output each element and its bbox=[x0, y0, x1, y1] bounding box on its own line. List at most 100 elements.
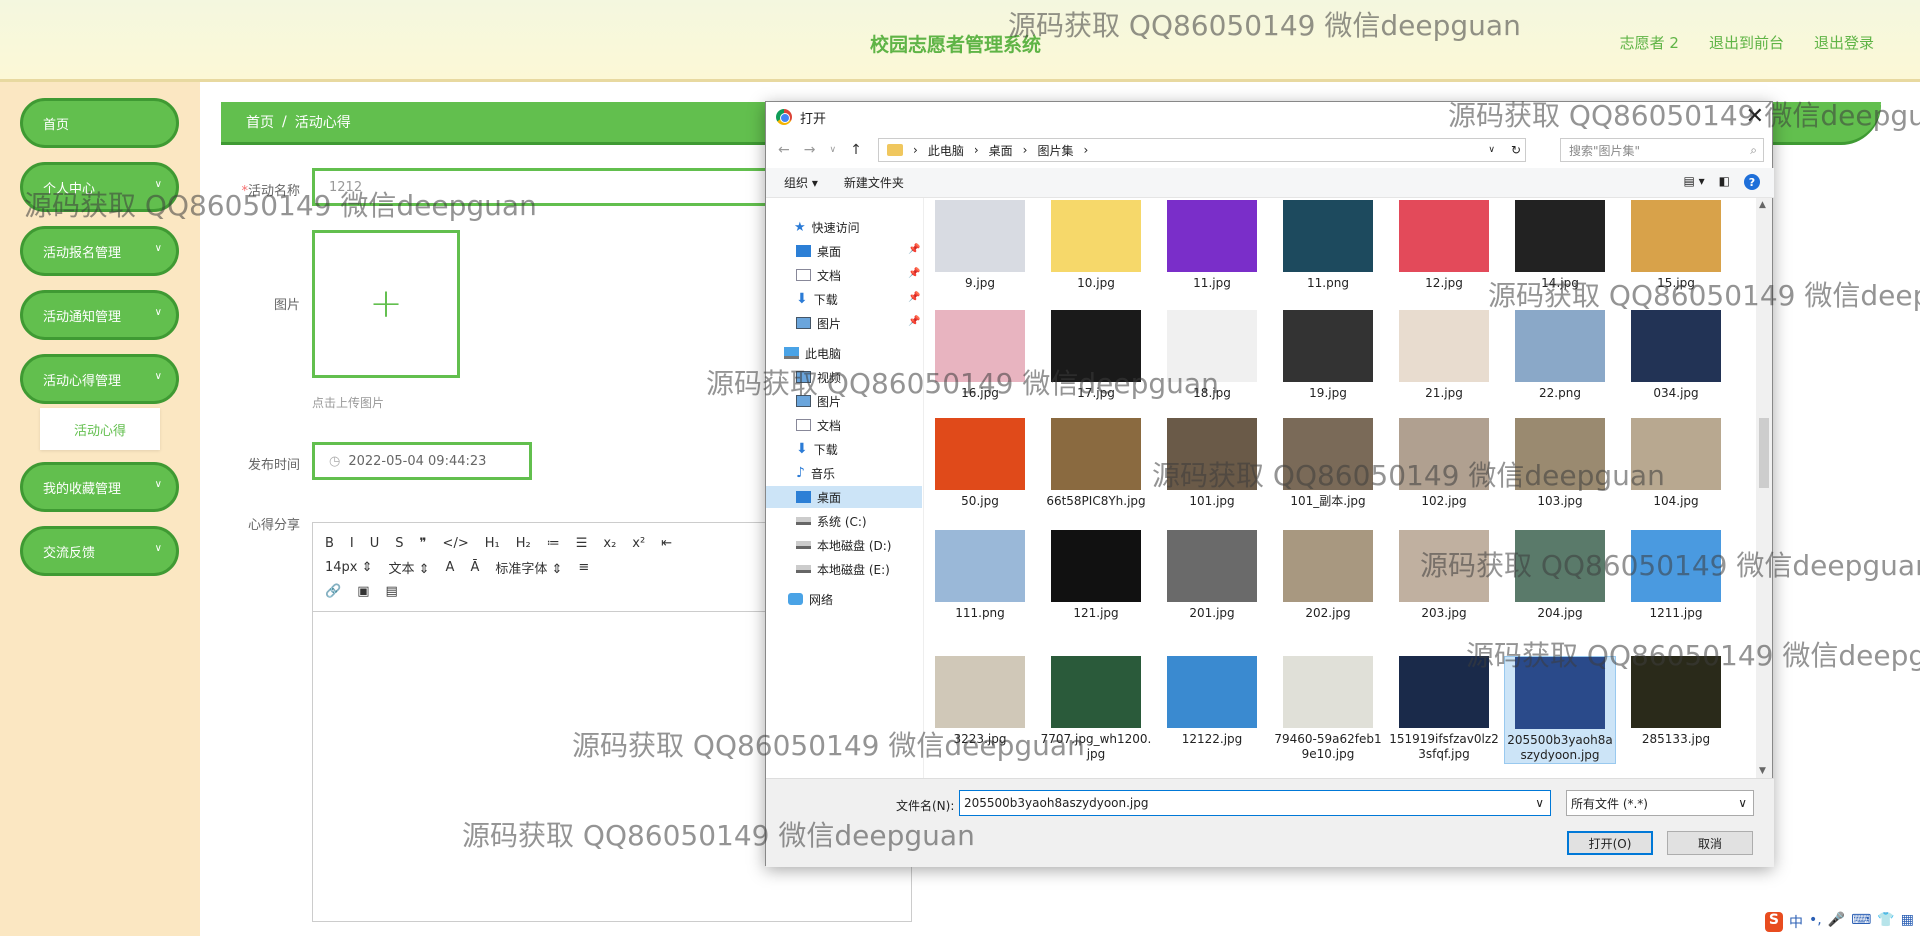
file-item[interactable]: 11.jpg bbox=[1156, 200, 1268, 291]
path-segment[interactable]: 此电脑 bbox=[928, 142, 964, 159]
toolbar-button[interactable]: H₁ bbox=[485, 536, 500, 551]
tree-item[interactable]: 文档 bbox=[796, 264, 841, 286]
file-item[interactable]: 50.jpg bbox=[924, 418, 1036, 509]
tree-item[interactable]: 文档 bbox=[796, 414, 841, 436]
file-item[interactable]: 18.jpg bbox=[1156, 310, 1268, 401]
toolbar-button[interactable]: B bbox=[325, 536, 334, 551]
toolbar-button[interactable]: 14px ⇕ bbox=[325, 560, 373, 575]
file-item[interactable]: 12122.jpg bbox=[1156, 656, 1268, 747]
file-item[interactable]: 14.jpg bbox=[1504, 200, 1616, 291]
chevron-down-icon[interactable]: ∨ bbox=[1535, 796, 1544, 810]
sidebar-item-experience[interactable]: 活动心得管理 ∨ bbox=[20, 354, 179, 404]
file-item[interactable]: 103.jpg bbox=[1504, 418, 1616, 509]
file-item[interactable]: 101.jpg bbox=[1156, 418, 1268, 509]
preview-pane-icon[interactable]: ◧ bbox=[1719, 174, 1730, 190]
file-item[interactable]: 7707.jpg_wh1200.jpg bbox=[1040, 656, 1152, 762]
toolbar-button[interactable]: A bbox=[446, 560, 455, 575]
breadcrumb-home[interactable]: 首页 bbox=[246, 112, 274, 132]
ime-button[interactable]: •, bbox=[1809, 912, 1822, 932]
toolbar-button[interactable]: ▣ bbox=[357, 584, 369, 599]
sidebar-item-notices[interactable]: 活动通知管理 ∨ bbox=[20, 290, 179, 340]
file-item[interactable]: 204.jpg bbox=[1504, 530, 1616, 621]
close-icon[interactable]: ✕ bbox=[1746, 104, 1764, 129]
address-dropdown-icon[interactable]: ∨ bbox=[1488, 145, 1495, 155]
tree-item[interactable]: ★ 快速访问 bbox=[794, 216, 860, 238]
file-item[interactable]: 66t58PIC8Yh.jpg bbox=[1040, 418, 1152, 509]
logout-link[interactable]: 退出登录 bbox=[1814, 32, 1874, 53]
file-item[interactable]: 034.jpg bbox=[1620, 310, 1732, 401]
ime-button[interactable]: ⌨ bbox=[1851, 912, 1871, 932]
file-item[interactable]: 16.jpg bbox=[924, 310, 1036, 401]
file-item[interactable]: 17.jpg bbox=[1040, 310, 1152, 401]
address-bar[interactable]: › 此电脑 › 桌面 › 图片集 › ∨ ↻ bbox=[878, 138, 1526, 162]
file-item[interactable]: 79460-59a62feb19e10.jpg bbox=[1272, 656, 1384, 762]
tree-item[interactable]: 本地磁盘 (D:) bbox=[796, 534, 891, 556]
file-item[interactable]: 9.jpg bbox=[924, 200, 1036, 291]
help-icon[interactable]: ? bbox=[1744, 174, 1760, 190]
toolbar-button[interactable]: ❞ bbox=[420, 536, 427, 551]
organize-button[interactable]: 组织 ▾ bbox=[784, 174, 818, 191]
toolbar-button[interactable]: Ā bbox=[470, 560, 479, 575]
scroll-down-icon[interactable]: ▼ bbox=[1759, 766, 1766, 776]
toolbar-button[interactable]: ☰ bbox=[576, 536, 588, 551]
path-segment[interactable]: 桌面 bbox=[989, 142, 1013, 159]
path-segment[interactable]: 图片集 bbox=[1037, 142, 1073, 159]
file-item[interactable]: 205500b3yaoh8aszydyoon.jpg bbox=[1504, 656, 1616, 764]
up-arrow-icon[interactable]: ↑ bbox=[850, 142, 862, 158]
file-item[interactable]: 285133.jpg bbox=[1620, 656, 1732, 747]
file-item[interactable]: 202.jpg bbox=[1272, 530, 1384, 621]
back-arrow-icon[interactable]: ← bbox=[778, 142, 790, 158]
open-button[interactable]: 打开(O) bbox=[1567, 831, 1653, 855]
file-item[interactable]: 12.jpg bbox=[1388, 200, 1500, 291]
toolbar-button[interactable]: S bbox=[395, 536, 403, 551]
tree-item[interactable]: 视频 bbox=[796, 366, 841, 388]
toolbar-button[interactable]: ≡ bbox=[578, 560, 589, 575]
tree-item[interactable]: 桌面 bbox=[796, 240, 841, 262]
file-item[interactable]: 1211.jpg bbox=[1620, 530, 1732, 621]
toolbar-button[interactable]: 文本 ⇕ bbox=[389, 558, 430, 577]
file-item[interactable]: 11.png bbox=[1272, 200, 1384, 291]
toolbar-button[interactable]: 🔗 bbox=[325, 584, 341, 599]
publish-time-input[interactable]: ◷ 2022-05-04 09:44:23 bbox=[312, 442, 532, 480]
ime-button[interactable]: ▦ bbox=[1901, 912, 1914, 932]
file-item[interactable]: 22.png bbox=[1504, 310, 1616, 401]
sidebar-item-home[interactable]: 首页 bbox=[20, 98, 179, 148]
search-input[interactable]: 搜索"图片集" ⌕ bbox=[1560, 138, 1764, 162]
tree-item[interactable]: 此电脑 bbox=[784, 342, 841, 364]
toolbar-button[interactable]: U bbox=[370, 536, 380, 551]
tree-item[interactable]: 图片 bbox=[796, 312, 841, 334]
file-item[interactable]: 101_副本.jpg bbox=[1272, 418, 1384, 509]
file-item[interactable]: 121.jpg bbox=[1040, 530, 1152, 621]
tree-item[interactable]: 本地磁盘 (E:) bbox=[796, 558, 890, 580]
user-name-link[interactable]: 志愿者 2 bbox=[1620, 32, 1679, 53]
file-item[interactable]: 151919ifsfzav0lz23sfqf.jpg bbox=[1388, 656, 1500, 762]
toolbar-button[interactable]: ⇤ bbox=[661, 536, 672, 551]
tree-item[interactable]: 网络 bbox=[788, 588, 833, 610]
toolbar-button[interactable]: ≔ bbox=[547, 536, 560, 551]
sidebar-item-feedback[interactable]: 交流反馈 ∨ bbox=[20, 526, 179, 576]
new-folder-button[interactable]: 新建文件夹 bbox=[844, 174, 904, 191]
file-item[interactable]: 201.jpg bbox=[1156, 530, 1268, 621]
toolbar-button[interactable]: 标准字体 ⇕ bbox=[495, 558, 562, 577]
filename-input[interactable]: 205500b3yaoh8aszydyoon.jpg ∨ bbox=[959, 790, 1551, 816]
cancel-button[interactable]: 取消 bbox=[1667, 831, 1753, 855]
tree-item[interactable]: 图片 bbox=[796, 390, 841, 412]
file-item[interactable]: 19.jpg bbox=[1272, 310, 1384, 401]
tree-item[interactable]: 桌面 bbox=[766, 486, 922, 508]
file-item[interactable]: 104.jpg bbox=[1620, 418, 1732, 509]
toolbar-button[interactable]: </> bbox=[443, 536, 469, 551]
toolbar-button[interactable]: H₂ bbox=[516, 536, 531, 551]
tree-item[interactable]: 系统 (C:) bbox=[796, 510, 867, 532]
back-to-frontend-link[interactable]: 退出到前台 bbox=[1709, 32, 1784, 53]
tree-item[interactable]: ⬇ 下载 bbox=[796, 288, 838, 310]
ime-button[interactable]: 🎤 bbox=[1828, 912, 1845, 932]
tree-item[interactable]: ⬇ 下载 bbox=[796, 438, 838, 460]
forward-arrow-icon[interactable]: → bbox=[804, 142, 816, 158]
scroll-up-icon[interactable]: ▲ bbox=[1759, 200, 1766, 210]
sidebar-item-registration[interactable]: 活动报名管理 ∨ bbox=[20, 226, 179, 276]
recent-dropdown-icon[interactable]: ∨ bbox=[829, 145, 836, 158]
ime-button[interactable]: 👕 bbox=[1877, 912, 1894, 932]
toolbar-button[interactable]: x² bbox=[632, 536, 645, 551]
sidebar-subitem-experience[interactable]: 活动心得 bbox=[40, 408, 160, 450]
file-item[interactable]: 21.jpg bbox=[1388, 310, 1500, 401]
